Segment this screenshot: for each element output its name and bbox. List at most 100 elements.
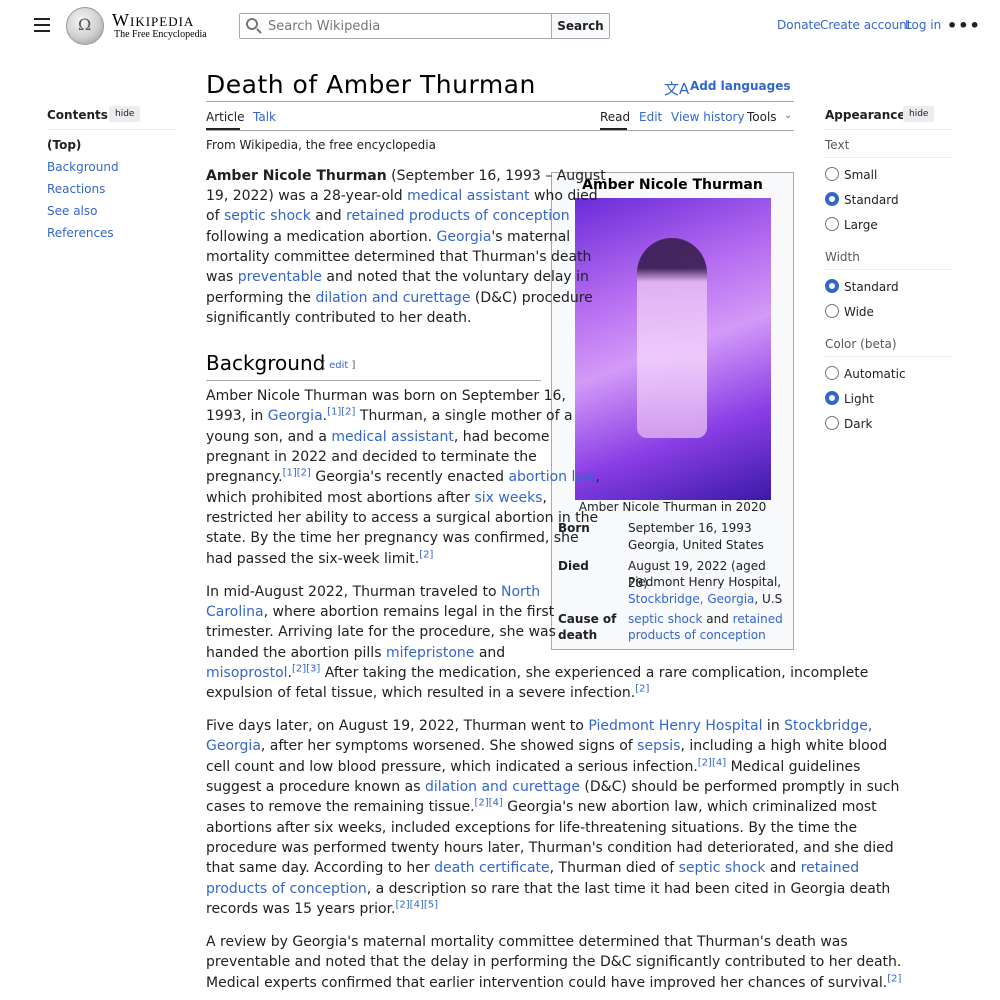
retained-link[interactable]: retained <box>733 612 783 626</box>
text-standard-radio[interactable] <box>825 192 839 206</box>
section-divider <box>206 380 541 381</box>
tab-view-history[interactable]: View history <box>671 110 745 124</box>
bg1-line-8: state. By the time her pregnancy was con… <box>206 530 579 546</box>
portrait-image[interactable] <box>575 198 771 500</box>
text-small-label[interactable]: Small <box>844 168 877 182</box>
dilation-and-curettage-link[interactable]: dilation and curettage <box>425 779 580 795</box>
citation[interactable]: [1][2] <box>283 467 311 478</box>
appearance-hide-button[interactable]: hide <box>903 106 935 122</box>
georgia-link[interactable]: Georgia <box>206 738 261 754</box>
text-large-radio[interactable] <box>825 217 839 231</box>
stockbridge-georgia-link[interactable]: Stockbridge, Georgia <box>628 592 754 606</box>
tab-edit[interactable]: Edit <box>639 110 662 124</box>
more-options-icon[interactable]: ••• <box>947 16 981 35</box>
color-dark-label[interactable]: Dark <box>844 417 872 431</box>
citation[interactable]: [2] <box>887 973 901 984</box>
tab-read[interactable]: Read <box>600 110 630 124</box>
bg4-line-2: preventable and noted that the delay in … <box>206 954 902 970</box>
wikipedia-tagline: The Free Encyclopedia <box>114 29 207 40</box>
retained-link[interactable]: retained <box>801 860 859 876</box>
bg1-line-9: had passed the six-week limit.[2] <box>206 549 434 567</box>
search-button[interactable]: Search <box>551 13 610 39</box>
georgia-link[interactable]: Georgia <box>437 229 492 245</box>
citation[interactable]: [1][2] <box>327 406 355 417</box>
wikipedia-wordmark[interactable]: Wikipedia <box>112 10 194 31</box>
color-dark-radio[interactable] <box>825 416 839 430</box>
tab-article[interactable]: Article <box>206 110 245 124</box>
toc-item-references[interactable]: References <box>47 226 114 240</box>
toc-item-background[interactable]: Background <box>47 160 119 174</box>
bg4-line-3: Medical experts confirmed that earlier i… <box>206 973 902 991</box>
products-of-conception-link[interactable]: products of conception <box>628 628 766 642</box>
edit-section-link[interactable]: edit <box>329 360 348 371</box>
medical-assistant-link[interactable]: medical assistant <box>331 429 453 445</box>
tools-menu[interactable]: Tools <box>747 110 777 124</box>
stockbridge-link[interactable]: Stockbridge, <box>784 718 872 734</box>
chevron-down-icon[interactable]: ⌄ <box>784 80 792 91</box>
bg1-line-6: which prohibited most abortions after si… <box>206 490 547 506</box>
bg3-line-7: procedure was performed twenty hours lat… <box>206 840 894 856</box>
north-carolina-link[interactable]: North <box>501 584 540 600</box>
retained-products-link[interactable]: retained products of conception <box>346 208 570 224</box>
toc-hide-button[interactable]: hide <box>109 106 141 122</box>
appearance-divider <box>825 129 953 130</box>
wikipedia-globe-logo[interactable] <box>66 7 104 45</box>
width-wide-radio[interactable] <box>825 304 839 318</box>
cause-of-death-label: Cause of <box>558 612 617 626</box>
georgia-link[interactable]: Georgia <box>268 408 323 424</box>
toc-item-top[interactable]: (Top) <box>47 138 81 152</box>
text-small-radio[interactable] <box>825 167 839 181</box>
add-languages-button[interactable]: Add languages <box>690 79 791 93</box>
toc-item-reactions[interactable]: Reactions <box>47 182 105 196</box>
bg2-line-6: expulsion of fetal tissue, which resulte… <box>206 683 650 701</box>
bg3-line-5: cases to remove the remaining tissue.[2]… <box>206 797 877 815</box>
sepsis-link[interactable]: sepsis <box>637 738 680 754</box>
tools-chevron-down-icon[interactable]: ⌄ <box>784 110 792 121</box>
septic-shock-link[interactable]: septic shock <box>224 208 311 224</box>
north-carolina-link-2[interactable]: Carolina <box>206 604 264 620</box>
six-weeks-link[interactable]: six weeks <box>474 490 542 506</box>
lead-line-6: was preventable and noted that the volun… <box>206 269 589 285</box>
citation[interactable]: [2][4] <box>475 797 503 808</box>
page-title: Death of Amber Thurman <box>206 70 536 99</box>
mifepristone-link[interactable]: mifepristone <box>386 645 474 661</box>
toc-item-see-also[interactable]: See also <box>47 204 97 218</box>
piedmont-henry-hospital-link[interactable]: Piedmont Henry Hospital <box>588 718 762 734</box>
text-large-label[interactable]: Large <box>844 218 878 232</box>
width-standard-radio[interactable] <box>825 279 839 293</box>
search-input[interactable]: Search Wikipedia <box>239 13 552 39</box>
text-standard-label[interactable]: Standard <box>844 193 899 207</box>
abortion-law-link[interactable]: abortion law <box>508 469 595 485</box>
citation[interactable]: [2] <box>635 683 649 694</box>
color-automatic-radio[interactable] <box>825 366 839 380</box>
died-place: Piedmont Henry Hospital, <box>628 575 782 589</box>
medical-assistant-link[interactable]: medical assistant <box>407 188 529 204</box>
misoprostol-link[interactable]: misoprostol <box>206 665 288 681</box>
main-menu-button[interactable] <box>34 18 50 32</box>
bg3-line-6: abortions after six weeks, included exce… <box>206 820 858 836</box>
color-automatic-label[interactable]: Automatic <box>844 367 906 381</box>
citation[interactable]: [2][4] <box>698 757 726 768</box>
products-of-conception-link[interactable]: products of conception <box>206 881 367 897</box>
preventable-link[interactable]: preventable <box>238 269 322 285</box>
cause-of-death-value: septic shock and retained <box>628 612 783 626</box>
dilation-and-curettage-link[interactable]: dilation and curettage <box>315 290 470 306</box>
width-standard-label[interactable]: Standard <box>844 280 899 294</box>
citation[interactable]: [2] <box>419 549 433 560</box>
color-light-label[interactable]: Light <box>844 392 874 406</box>
citation[interactable]: [2][4][5] <box>396 899 439 910</box>
septic-shock-link[interactable]: septic shock <box>628 612 702 626</box>
lead-line-3: of septic shock and retained products of… <box>206 208 570 224</box>
lead-line-4: following a medication abortion. Georgia… <box>206 229 571 245</box>
tab-talk[interactable]: Talk <box>253 110 276 124</box>
bg1-line-5: pregnancy.[1][2] Georgia's recently enac… <box>206 467 600 485</box>
septic-shock-link[interactable]: septic shock <box>679 860 766 876</box>
death-certificate-link[interactable]: death certificate <box>434 860 550 876</box>
citation[interactable]: [2][3] <box>292 663 320 674</box>
create-account-link[interactable]: Create account <box>820 18 912 32</box>
color-light-radio[interactable] <box>825 391 839 405</box>
width-wide-label[interactable]: Wide <box>844 305 874 319</box>
log-in-link[interactable]: Log in <box>905 18 941 32</box>
donate-link[interactable]: Donate <box>777 18 821 32</box>
language-icon[interactable]: 文A <box>664 78 689 99</box>
